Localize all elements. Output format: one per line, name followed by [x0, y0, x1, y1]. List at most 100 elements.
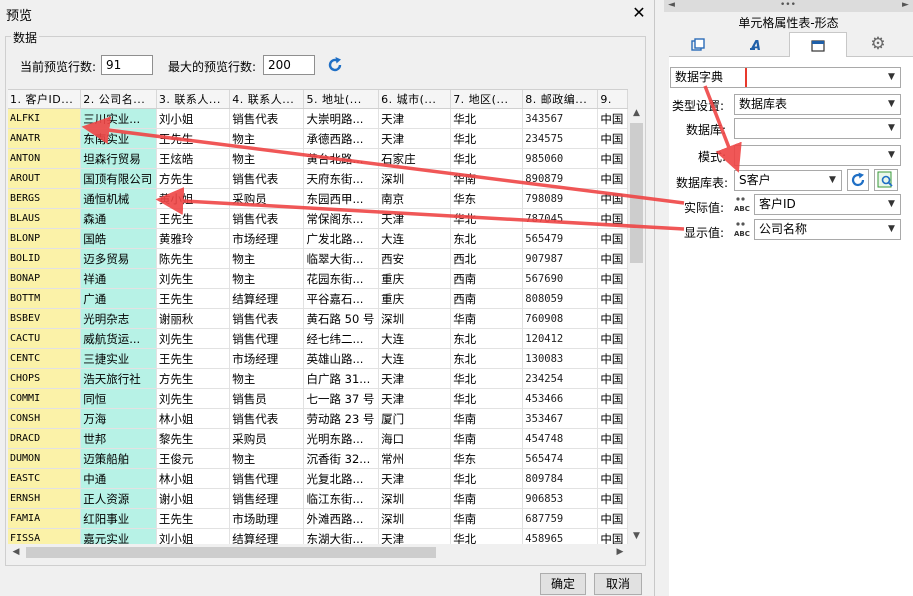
scroll-left-icon[interactable]: ◀	[8, 544, 24, 561]
table-cell[interactable]: 906853	[522, 488, 599, 509]
table-cell[interactable]: 华东	[450, 448, 524, 469]
table-cell[interactable]: 华北	[450, 208, 524, 229]
table-cell[interactable]: EASTC	[8, 468, 82, 489]
table-cell[interactable]: 深圳	[378, 308, 452, 329]
table-cell[interactable]: COMMI	[8, 388, 82, 409]
table-cell[interactable]: 销售代表	[229, 168, 305, 189]
table-cell[interactable]: 华南	[450, 508, 524, 529]
table-cell[interactable]: 大连	[378, 348, 452, 369]
table-cell[interactable]: 565474	[522, 448, 599, 469]
table-cell[interactable]: 重庆	[378, 288, 452, 309]
table-cell[interactable]: 华北	[450, 468, 524, 489]
table-cell[interactable]: ERNSH	[8, 488, 82, 509]
table-cell[interactable]: 华北	[450, 368, 524, 389]
datasource-select[interactable]: ▼	[734, 118, 901, 139]
table-cell[interactable]: 物主	[229, 248, 305, 269]
table-cell[interactable]: 东北	[450, 228, 524, 249]
table-cell[interactable]: 红阳事业	[80, 508, 157, 529]
table-cell[interactable]: 西南	[450, 268, 524, 289]
table-cell[interactable]: 454748	[522, 428, 599, 449]
table-cell[interactable]: 采购员	[229, 428, 305, 449]
table-cell[interactable]: 广通	[80, 288, 157, 309]
table-row[interactable]: DUMON 迈策船舶 王俊元 物主 沉香街 32... 常州 华东 565474 中国	[8, 448, 628, 469]
table-row[interactable]: CENTC 三捷实业 王先生 市场经理 英雄山路... 大连 东北 130083 中国	[8, 348, 628, 369]
table-cell[interactable]: 760908	[522, 308, 599, 329]
table-cell[interactable]: 458965	[522, 528, 599, 545]
table-cell[interactable]: 中国	[597, 108, 628, 129]
form-type-select[interactable]: 数据字典 ▼	[670, 67, 901, 88]
table-cell[interactable]: 华北	[450, 388, 524, 409]
table-cell[interactable]: 广发北路...	[303, 228, 380, 249]
table-cell[interactable]: 销售代表	[229, 208, 305, 229]
table-cell[interactable]: 东北	[450, 348, 524, 369]
table-cell[interactable]: 华南	[450, 488, 524, 509]
table-row[interactable]: BOTTM 广通 王先生 结算经理 平谷嘉石... 重庆 西南 808059 中国	[8, 288, 628, 309]
table-cell[interactable]: 市场经理	[229, 228, 305, 249]
table-cell[interactable]: 劳动路 23 号	[303, 408, 380, 429]
chevron-down-icon[interactable]: ▼	[883, 220, 900, 239]
table-cell[interactable]: CACTU	[8, 328, 82, 349]
table-cell[interactable]: 花园东街...	[303, 268, 380, 289]
table-cell[interactable]: 453466	[522, 388, 599, 409]
vertical-scroll-thumb[interactable]	[630, 123, 643, 263]
table-cell[interactable]: 国顶有限公司	[80, 168, 157, 189]
table-cell[interactable]: 嘉元实业	[80, 528, 157, 545]
table-cell[interactable]: 985060	[522, 148, 599, 169]
mode-select[interactable]: ▼	[734, 145, 901, 166]
table-row[interactable]: ALFKI 三川实业... 刘小姐 销售代表 大崇明路... 天津 华北 343567 中国	[8, 108, 628, 129]
tab-cell[interactable]	[669, 32, 727, 56]
table-cell[interactable]: 天津	[378, 368, 452, 389]
table-cell[interactable]: 同恒	[80, 388, 157, 409]
table-cell[interactable]: 大连	[378, 228, 452, 249]
table-cell[interactable]: 天津	[378, 128, 452, 149]
table-cell[interactable]: 中国	[597, 188, 628, 209]
table-cell[interactable]: 刘先生	[156, 388, 231, 409]
table-cell[interactable]: 中国	[597, 508, 628, 529]
table-cell[interactable]: 华南	[450, 428, 524, 449]
display-value-select[interactable]: 公司名称 ▼	[754, 219, 901, 240]
column-header[interactable]: 9.	[597, 90, 628, 109]
table-cell[interactable]: 经七纬二...	[303, 328, 380, 349]
table-cell[interactable]: 中国	[597, 168, 628, 189]
table-cell[interactable]: 海口	[378, 428, 452, 449]
table-cell[interactable]: 黄小姐	[156, 188, 231, 209]
table-cell[interactable]: 东北	[450, 328, 524, 349]
table-cell[interactable]: 销售代理	[229, 328, 305, 349]
table-cell[interactable]: BOLID	[8, 248, 82, 269]
table-cell[interactable]: 销售经理	[229, 488, 305, 509]
table-cell[interactable]: CONSH	[8, 408, 82, 429]
table-cell[interactable]: 华南	[450, 308, 524, 329]
chevron-down-icon[interactable]: ▼	[883, 95, 900, 114]
table-cell[interactable]: 谢小姐	[156, 488, 231, 509]
table-cell[interactable]: 天津	[378, 388, 452, 409]
table-cell[interactable]: 130083	[522, 348, 599, 369]
tab-settings[interactable]: ⚙	[849, 32, 907, 56]
table-cell[interactable]: 西安	[378, 248, 452, 269]
table-cell[interactable]: 565479	[522, 228, 599, 249]
table-cell[interactable]: 深圳	[378, 508, 452, 529]
table-cell[interactable]: 黄台北路...	[303, 148, 380, 169]
table-row[interactable]: ANATR 东南实业 王先生 物主 承德西路... 天津 华北 234575 中国	[8, 128, 628, 149]
table-cell[interactable]: 大连	[378, 328, 452, 349]
table-cell[interactable]: 物主	[229, 268, 305, 289]
table-cell[interactable]: 东南实业	[80, 128, 157, 149]
tab-font[interactable]: A	[729, 32, 787, 56]
table-row[interactable]: CHOPS 浩天旅行社 方先生 物主 白广路 31... 天津 华北 234254 中国	[8, 368, 628, 389]
table-cell[interactable]: 黎先生	[156, 428, 231, 449]
table-cell[interactable]: 808059	[522, 288, 599, 309]
table-cell[interactable]: 物主	[229, 128, 305, 149]
close-icon[interactable]: ✕	[628, 2, 650, 24]
table-cell[interactable]: 万海	[80, 408, 157, 429]
table-cell[interactable]: 华北	[450, 108, 524, 129]
table-cell[interactable]: 中国	[597, 528, 628, 545]
table-cell[interactable]: 中国	[597, 288, 628, 309]
table-cell[interactable]: 天津	[378, 468, 452, 489]
table-row[interactable]: ERNSH 正人资源 谢小姐 销售经理 临江东街... 深圳 华南 906853 中国	[8, 488, 628, 509]
horizontal-scrollbar[interactable]: ◀ ▶	[8, 544, 628, 561]
table-cell[interactable]: 798089	[522, 188, 599, 209]
table-cell[interactable]: 中国	[597, 388, 628, 409]
table-cell[interactable]: 中国	[597, 308, 628, 329]
table-cell[interactable]: 迈策船舶	[80, 448, 157, 469]
table-cell[interactable]: 市场助理	[229, 508, 305, 529]
table-cell[interactable]: 方先生	[156, 368, 231, 389]
